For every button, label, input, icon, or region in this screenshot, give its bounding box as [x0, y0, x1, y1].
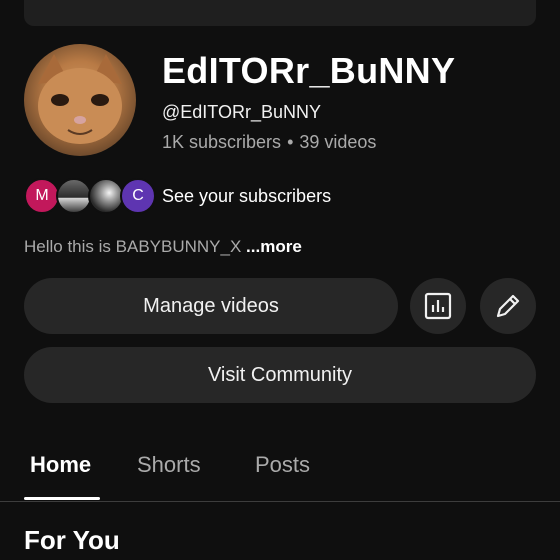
subscriber-avatar: C: [120, 178, 156, 214]
tab-posts[interactable]: Posts: [255, 452, 310, 478]
analytics-button[interactable]: [410, 278, 466, 334]
channel-description[interactable]: Hello this is BABYBUNNY_X ...more: [24, 237, 302, 257]
description-text: Hello this is BABYBUNNY_X: [24, 237, 247, 256]
active-tab-indicator: [24, 497, 100, 500]
channel-banner: [24, 0, 536, 26]
channel-stats: 1K subscribers • 39 videos: [162, 132, 376, 153]
section-title: For You: [24, 525, 120, 555]
subscriber-avatars: M C: [24, 176, 156, 216]
channel-name: EdITORr_BuNNY: [162, 50, 456, 91]
manage-videos-button[interactable]: Manage videos: [24, 278, 398, 334]
video-count: 39 videos: [299, 132, 377, 152]
channel-handle: @EdITORr_BuNNY: [162, 102, 321, 122]
tabs-divider: [0, 501, 560, 502]
subscriber-avatar: [56, 178, 92, 214]
see-subscribers-row[interactable]: M C See your subscribers: [24, 176, 444, 216]
channel-tabs: Home Shorts Posts: [0, 440, 560, 502]
visit-community-button[interactable]: Visit Community: [24, 347, 536, 403]
subscriber-avatar: M: [24, 178, 60, 214]
subscriber-count: 1K subscribers: [162, 132, 282, 152]
cat-photo-icon: [38, 54, 122, 144]
analytics-icon: [424, 292, 452, 320]
channel-avatar[interactable]: [24, 44, 136, 156]
tab-shorts[interactable]: Shorts: [137, 452, 201, 478]
subscriber-avatar: [88, 178, 124, 214]
tab-home[interactable]: Home: [30, 452, 91, 478]
edit-channel-button[interactable]: [480, 278, 536, 334]
more-link[interactable]: ...more: [246, 237, 302, 256]
see-subscribers-link[interactable]: See your subscribers: [162, 186, 331, 207]
pencil-icon: [496, 294, 520, 318]
stats-separator: •: [287, 132, 294, 152]
